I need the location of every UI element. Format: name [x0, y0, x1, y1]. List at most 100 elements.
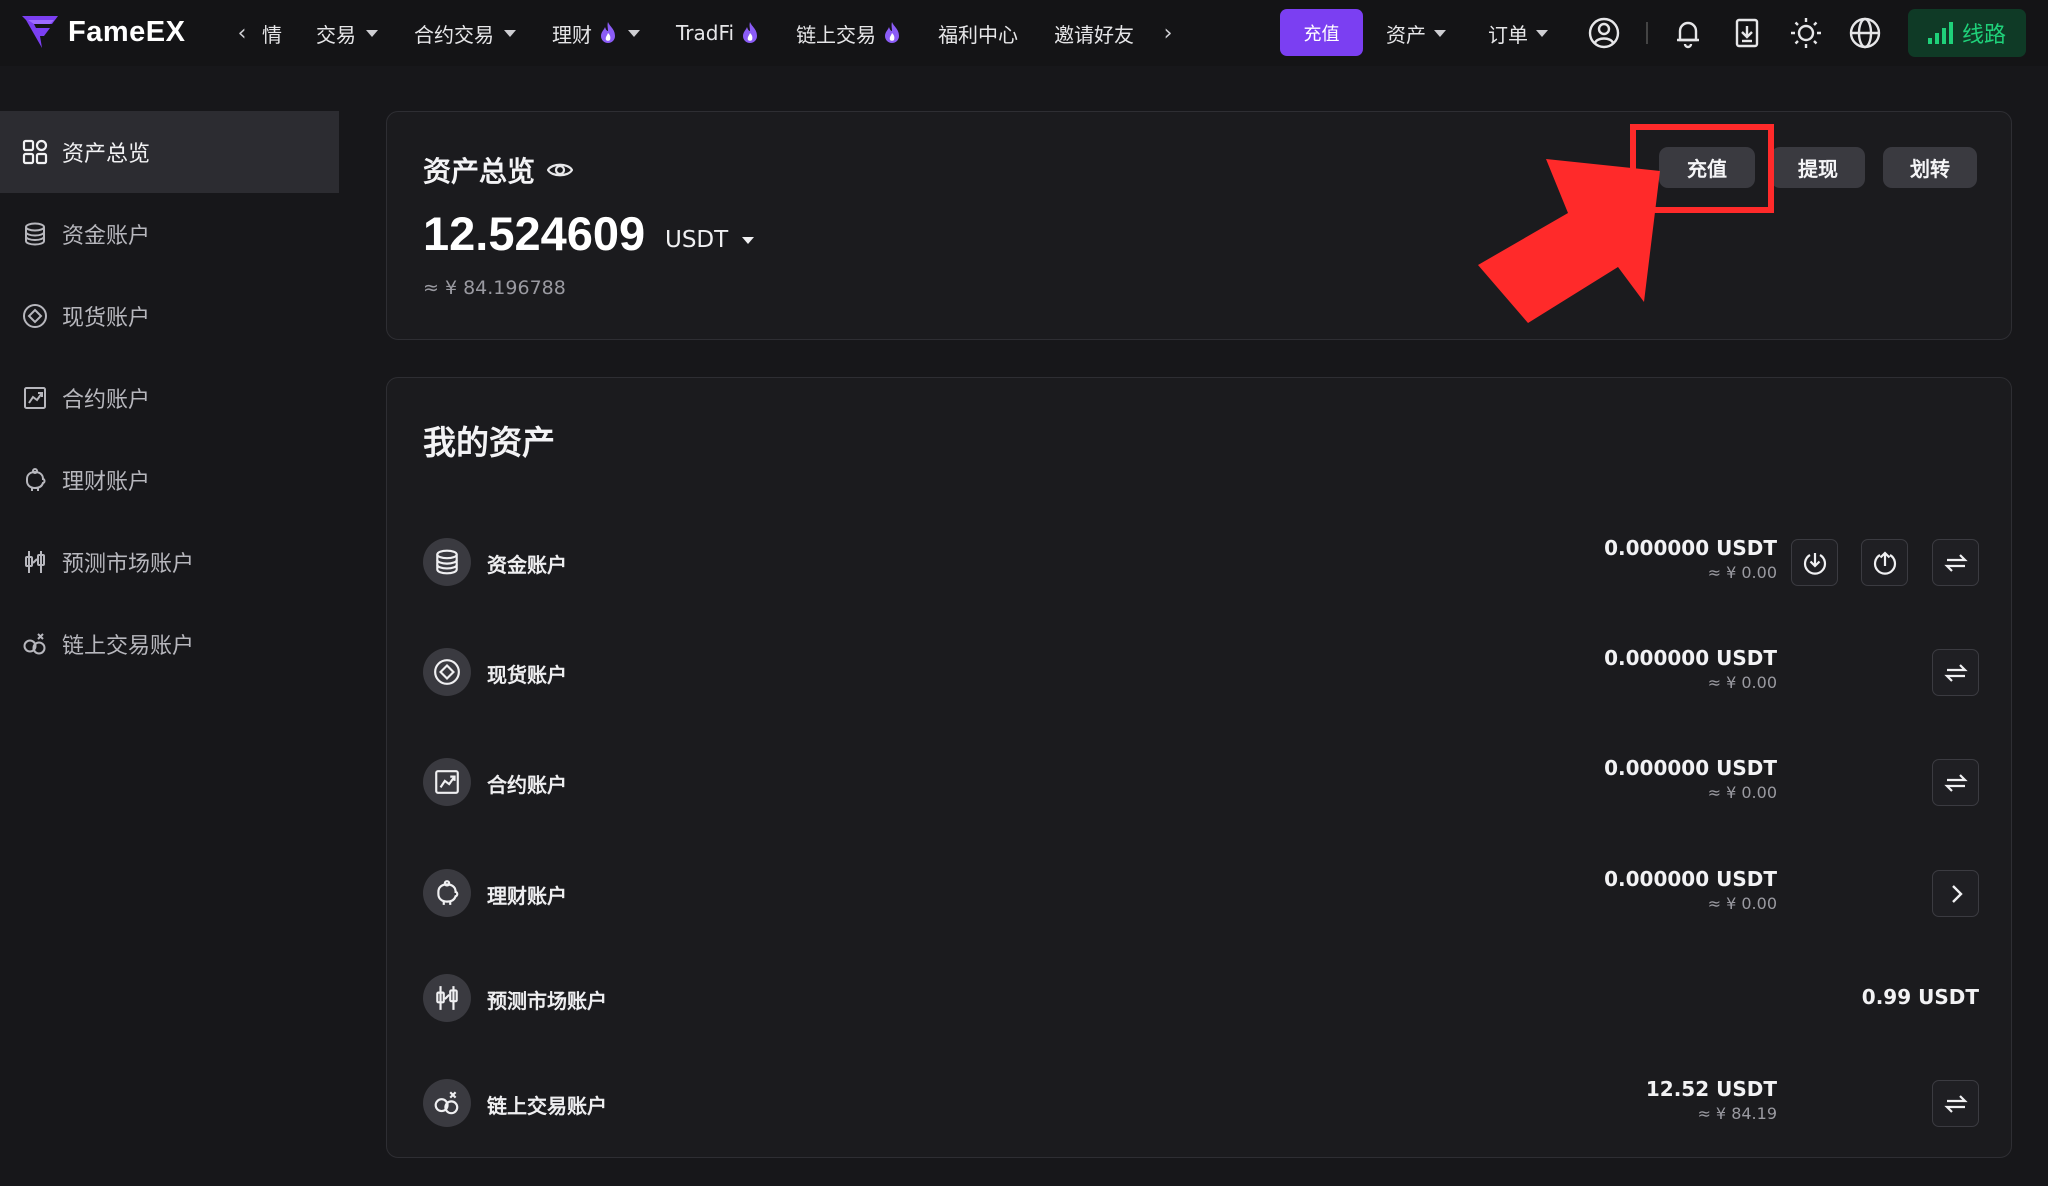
sidebar-item-label: 资金账户: [62, 224, 151, 249]
asset-row-name: 链上交易账户: [487, 1094, 607, 1118]
currency-selector[interactable]: USDT: [665, 227, 755, 253]
sidebar-item-label: 链上交易账户: [62, 634, 195, 659]
asset-row-value: 0.000000 USDT: [1604, 867, 1777, 891]
asset-row-cny: ≈ ¥ 84.19: [1697, 1104, 1777, 1123]
asset-row-value: 0.000000 USDT: [1604, 756, 1777, 780]
asset-row-funding: 资金账户 0.000000 USDT ≈ ¥ 0.00: [423, 532, 1979, 592]
nav-label: 合约交易: [414, 22, 494, 47]
assets-menu[interactable]: 资产: [1386, 0, 1446, 66]
asset-row-name: 资金账户: [487, 553, 567, 577]
bell-icon[interactable]: [1671, 16, 1705, 50]
route-button[interactable]: 线路: [1908, 9, 2026, 57]
main-nav: ‹ 情 交易 合约交易 理财 TradFi 链上交易 福利中心 邀请好友 ›: [222, 0, 1188, 66]
deposit-icon[interactable]: [1791, 539, 1838, 586]
nav-item-onchain[interactable]: 链上交易: [796, 19, 902, 48]
nav-scroll-right-icon[interactable]: ›: [1148, 21, 1188, 46]
nav-divider: [1646, 22, 1648, 44]
sidebar-item-label: 理财账户: [62, 470, 151, 495]
piggy-icon: [423, 869, 471, 917]
asset-row-name: 合约账户: [487, 773, 567, 797]
spot-icon: [23, 304, 47, 328]
asset-row-name: 预测市场账户: [487, 989, 607, 1013]
top-deposit-button[interactable]: 充值: [1280, 9, 1363, 56]
sidebar-item-label: 合约账户: [62, 388, 151, 413]
nav-item-invite[interactable]: 邀请好友: [1054, 19, 1134, 48]
transfer-icon[interactable]: [1932, 759, 1979, 806]
candlestick-icon: [25, 551, 45, 573]
sidebar-item-label: 资产总览: [62, 142, 151, 167]
theme-sun-icon[interactable]: [1789, 16, 1823, 50]
asset-row-cny: ≈ ¥ 0.00: [1707, 563, 1777, 582]
asset-row-value: 0.000000 USDT: [1604, 536, 1777, 560]
asset-row-cny: ≈ ¥ 0.00: [1707, 894, 1777, 913]
asset-row-name: 现货账户: [487, 663, 567, 687]
my-assets-title: 我的资产: [423, 423, 555, 462]
nav-scroll-left-icon[interactable]: ‹: [222, 21, 262, 46]
withdraw-button[interactable]: 提现: [1771, 147, 1865, 188]
nav-label: TradFi: [676, 21, 735, 45]
orders-menu-label: 订单: [1488, 22, 1528, 47]
chart-icon: [423, 758, 471, 806]
transfer-icon[interactable]: [1932, 1080, 1979, 1127]
sidebar-item-spot[interactable]: 现货账户: [0, 275, 339, 357]
grid-icon: [22, 139, 48, 165]
nav-label: 链上交易: [796, 22, 877, 47]
spot-icon: [423, 648, 471, 696]
signal-icon: [1927, 22, 1953, 44]
caret-down-icon: [1536, 29, 1548, 37]
globe-icon[interactable]: [1848, 16, 1882, 50]
asset-row-earn: 理财账户 0.000000 USDT ≈ ¥ 0.00: [423, 863, 1979, 923]
sidebar-item-onchain[interactable]: 链上交易账户: [0, 603, 339, 685]
my-assets-card: 我的资产 资金账户 0.000000 USDT ≈ ¥ 0.00 现货账户 0.…: [386, 377, 2012, 1158]
nav-item-tradfi[interactable]: TradFi: [676, 21, 760, 45]
sidebar-item-funding[interactable]: 资金账户: [0, 193, 339, 275]
nav-label: 交易: [316, 22, 356, 47]
overview-title: 资产总览: [423, 150, 574, 190]
asset-row-name: 理财账户: [487, 884, 567, 908]
nav-item-earn[interactable]: 理财: [552, 19, 640, 48]
overview-title-text: 资产总览: [423, 155, 536, 188]
fire-icon: [885, 22, 900, 43]
nav-item-rewards[interactable]: 福利中心: [938, 19, 1018, 48]
nav-item-futures[interactable]: 合约交易: [414, 19, 516, 48]
brand-logo[interactable]: FameEX: [20, 12, 185, 52]
asset-row-value: 0.99 USDT: [1861, 985, 1979, 1009]
chain-icon: [23, 633, 46, 655]
nav-item-trade[interactable]: 交易: [316, 19, 378, 48]
asset-row-cny: ≈ ¥ 0.00: [1707, 783, 1777, 802]
asset-row-onchain: 链上交易账户 12.52 USDT ≈ ¥ 84.19: [423, 1073, 1979, 1133]
candlestick-icon: [423, 974, 471, 1022]
download-icon[interactable]: [1730, 16, 1764, 50]
top-navbar: FameEX ‹ 情 交易 合约交易 理财 TradFi 链上交易 福利中心 邀…: [0, 0, 2048, 66]
sidebar-item-label: 现货账户: [62, 306, 151, 331]
brand-name: FameEX: [68, 15, 186, 48]
sidebar-item-overview[interactable]: 资产总览: [0, 111, 339, 193]
total-balance: 12.524609: [423, 207, 646, 260]
chevron-right-icon[interactable]: [1932, 870, 1979, 917]
transfer-icon[interactable]: [1932, 539, 1979, 586]
asset-row-value: 12.52 USDT: [1645, 1077, 1777, 1101]
asset-row-prediction: 预测市场账户 0.99 USDT: [423, 968, 1979, 1028]
caret-down-icon: [628, 29, 640, 37]
user-icon[interactable]: [1587, 16, 1621, 50]
piggy-icon: [26, 468, 46, 491]
transfer-icon[interactable]: [1932, 649, 1979, 696]
sidebar-item-prediction[interactable]: 预测市场账户: [0, 521, 339, 603]
transfer-button[interactable]: 划转: [1883, 147, 1977, 188]
sidebar-item-futures[interactable]: 合约账户: [0, 357, 339, 439]
route-label: 线路: [1961, 23, 2006, 48]
total-balance-cny: ≈ ¥ 84.196788: [423, 277, 566, 299]
eye-icon[interactable]: [547, 160, 574, 180]
fire-icon: [743, 22, 758, 43]
nav-label: 理财: [552, 22, 592, 47]
caret-down-icon: [504, 29, 516, 37]
annotation-arrow-icon: [1478, 159, 1660, 323]
withdraw-icon[interactable]: [1861, 539, 1908, 586]
sidebar-item-earn[interactable]: 理财账户: [0, 439, 339, 521]
chain-icon: [423, 1079, 471, 1127]
nav-item-partial[interactable]: 情: [262, 19, 282, 48]
assets-menu-label: 资产: [1386, 22, 1426, 47]
orders-menu[interactable]: 订单: [1488, 0, 1548, 66]
sidebar-item-label: 预测市场账户: [62, 552, 195, 577]
caret-down-icon: [742, 236, 755, 244]
